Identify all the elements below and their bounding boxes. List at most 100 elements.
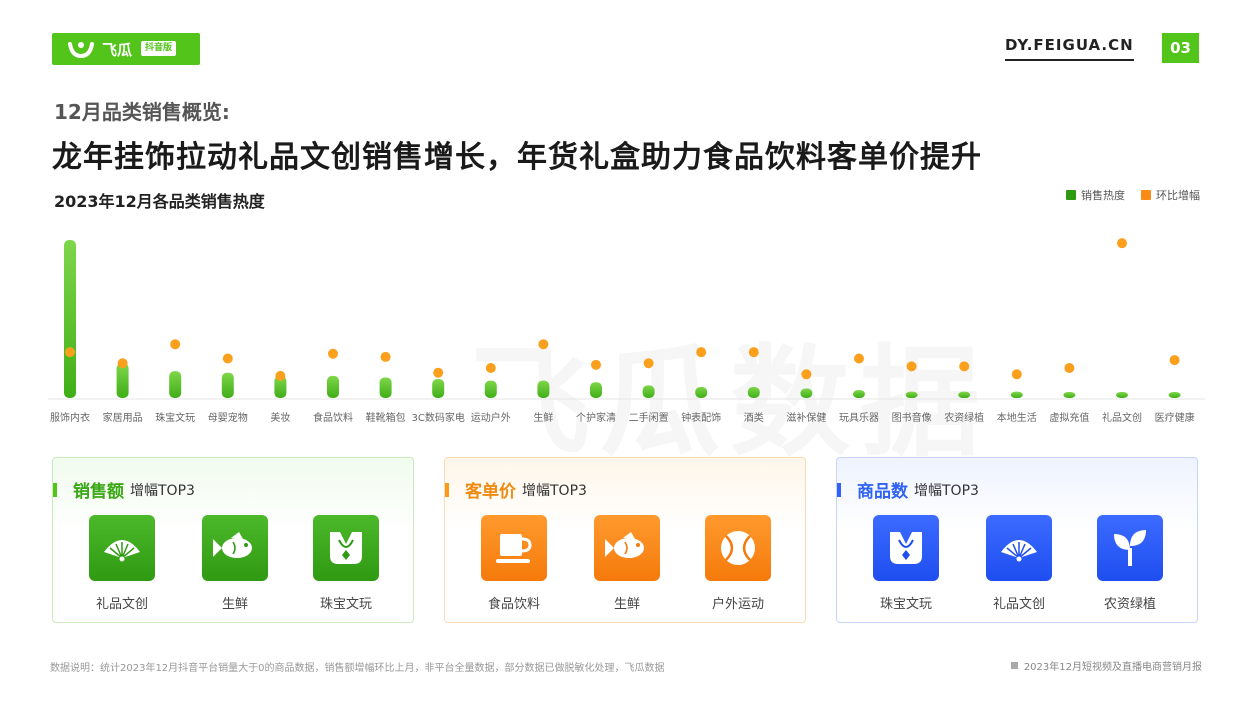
x-tick-label: 本地生活 (997, 411, 1037, 424)
x-tick-label: 美妆 (270, 411, 290, 424)
brand-logo[interactable]: 飞瓜 抖音版 (52, 33, 200, 65)
growth-point (591, 359, 601, 370)
growth-point (380, 351, 391, 362)
legend-label-heat: 销售热度 (1081, 189, 1125, 202)
heat-bar (695, 386, 708, 398)
data-footnote: 数据说明：统计2023年12月抖音平台销量大于0的商品数据，销售额增幅环比上月，… (50, 663, 665, 674)
x-tick-label: 图书音像 (892, 411, 932, 424)
heat-bar (537, 380, 550, 398)
logo-text: 飞瓜 (102, 41, 133, 59)
heat-bar (590, 382, 602, 398)
x-tick-label: 食品饮料 (313, 411, 353, 424)
growth-point (696, 347, 707, 358)
x-tick-label: 虚拟充值 (1049, 411, 1089, 424)
growth-point (1064, 362, 1075, 373)
top-item[interactable]: 珠宝文玩 (861, 515, 951, 612)
growth-point (854, 353, 864, 364)
growth-point (748, 347, 759, 358)
card-title: 客单价 (465, 482, 516, 502)
sales-heat-chart: 服饰内衣 家居用品 珠宝文玩 母婴宠物 美妆 食品饮料 鞋靴箱包 3C数码家电 运动户外 生鲜 个护… (48, 238, 1205, 424)
item-label: 珠宝文玩 (879, 597, 932, 612)
top-item[interactable]: 农资绿植 (1085, 515, 1175, 612)
necklace-icon (873, 515, 939, 581)
heat-bar (642, 385, 655, 398)
growth-point (222, 353, 233, 364)
heat-bar (1063, 392, 1076, 398)
heat-bar (327, 375, 339, 398)
x-tick-label: 礼品文创 (1102, 411, 1142, 424)
growth-point (117, 358, 128, 369)
top-item[interactable]: 礼品文创 (77, 515, 167, 612)
ball-icon (705, 515, 771, 581)
heat-bar (484, 380, 497, 398)
item-label: 珠宝文玩 (319, 597, 372, 612)
report-square-icon (1010, 662, 1018, 669)
card-accent-bar (445, 482, 449, 497)
growth-point (275, 370, 286, 381)
x-tick-label: 3C数码家电 (412, 411, 465, 424)
logo-badge: 抖音版 (141, 41, 177, 56)
heat-bar (116, 363, 129, 398)
item-label: 礼品文创 (95, 597, 148, 612)
x-tick-label: 鞋靴箱包 (366, 411, 406, 424)
item-label: 食品饮料 (487, 597, 540, 612)
card-subtitle: 增幅TOP3 (914, 482, 979, 499)
x-tick-label: 母婴宠物 (208, 411, 248, 424)
heat-bar (853, 390, 865, 398)
card-subtitle: 增幅TOP3 (130, 482, 195, 499)
card-accent-bar (53, 482, 57, 497)
legend-swatch-growth (1141, 190, 1151, 200)
card-title: 销售额 (73, 482, 124, 502)
page-title: 龙年挂饰拉动礼品文创销售增长，年货礼盒助力食品饮料客单价提升 (52, 140, 982, 175)
chart-title: 2023年12月各品类销售热度 (54, 192, 265, 211)
growth-point (433, 367, 444, 378)
heat-bar (1116, 392, 1128, 398)
x-tick-label: 珠宝文玩 (155, 411, 195, 424)
chart-legend: 销售热度 环比增幅 (1066, 187, 1200, 203)
legend-swatch-heat (1066, 190, 1076, 200)
item-label: 户外运动 (711, 597, 764, 612)
top-item[interactable]: 户外运动 (693, 515, 783, 612)
site-url[interactable]: DY.FEIGUA.CN (1005, 36, 1134, 61)
heat-bar (958, 391, 971, 398)
item-label: 生鲜 (221, 597, 248, 612)
legend-item-growth: 环比增幅 (1141, 187, 1200, 203)
heat-bar (747, 386, 760, 398)
growth-point (1011, 369, 1022, 380)
heat-bar (169, 371, 182, 398)
card-accent-bar (837, 482, 841, 497)
top-item[interactable]: 生鲜 (190, 515, 280, 612)
fish-icon (594, 515, 660, 581)
x-tick-label: 生鲜 (533, 411, 553, 424)
x-tick-label: 玩具乐器 (839, 412, 879, 424)
x-tick-label: 家居用品 (103, 411, 143, 424)
growth-point (801, 369, 812, 380)
top-item[interactable]: 珠宝文玩 (301, 515, 391, 612)
report-name: 2023年12月短视频及直播电商营销月报 (1010, 658, 1202, 673)
x-tick-label: 钟表配饰 (681, 411, 721, 424)
card-header: 客单价 增幅TOP3 (445, 477, 587, 502)
top-item[interactable]: 礼品文创 (974, 515, 1064, 612)
x-tick-label: 酒类 (744, 411, 764, 424)
fan-icon (986, 515, 1052, 581)
growth-point (65, 347, 75, 358)
page-number: 03 (1162, 33, 1199, 63)
item-label: 礼品文创 (992, 597, 1045, 612)
fan-icon (89, 515, 155, 581)
top-item[interactable]: 食品饮料 (469, 515, 559, 612)
growth-point (538, 339, 549, 350)
growth-point (485, 362, 496, 373)
legend-label-growth: 环比增幅 (1156, 189, 1200, 202)
card-price-top3: 客单价 增幅TOP3 食品饮料 生鲜 户外运动 (444, 457, 806, 623)
fish-icon (202, 515, 268, 581)
card-header: 销售额 增幅TOP3 (53, 477, 195, 502)
x-tick-label: 农资绿植 (944, 411, 984, 424)
necklace-icon (313, 515, 379, 581)
card-title: 商品数 (857, 482, 908, 502)
top-item[interactable]: 生鲜 (582, 515, 672, 612)
report-name-text: 2023年12月短视频及直播电商营销月报 (1023, 662, 1202, 673)
heat-bar (1168, 392, 1181, 398)
logo-mark-icon (68, 42, 94, 59)
x-tick-label: 滋补保健 (786, 411, 826, 424)
x-tick-label: 二手闲置 (629, 411, 669, 424)
